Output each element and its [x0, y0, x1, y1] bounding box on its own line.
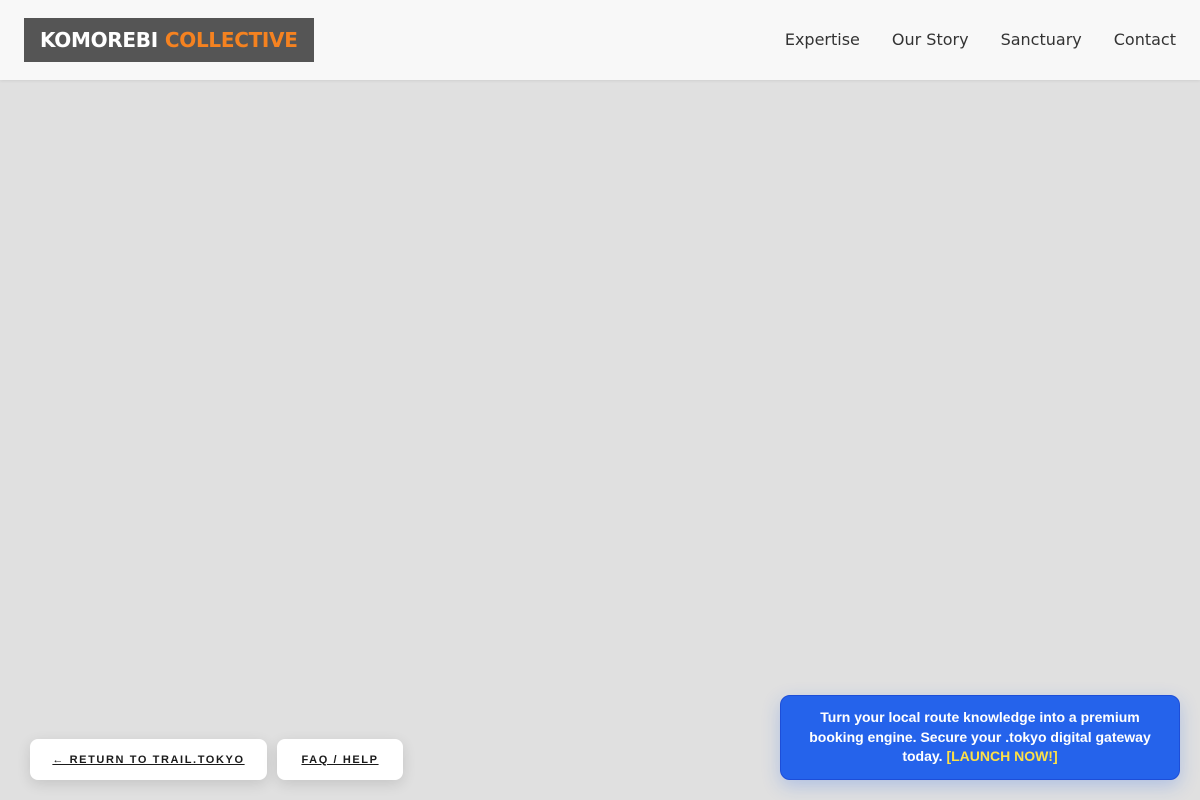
logo-primary-text: KOMOREBI: [40, 28, 158, 52]
main-nav: Expertise Our Story Sanctuary Contact: [753, 0, 1176, 78]
nav-link-sanctuary[interactable]: Sanctuary: [1001, 30, 1082, 49]
nav-link-contact[interactable]: Contact: [1114, 30, 1176, 49]
nav-link-our-story[interactable]: Our Story: [892, 30, 969, 49]
promo-message: Turn your local route knowledge into a p…: [803, 708, 1157, 767]
nav-link-expertise[interactable]: Expertise: [785, 30, 860, 49]
promo-cta-link[interactable]: [LAUNCH NOW!]: [946, 748, 1057, 764]
promo-banner[interactable]: Turn your local route knowledge into a p…: [780, 695, 1180, 780]
return-to-trail-button[interactable]: ← RETURN TO TRAIL.TOKYO: [30, 739, 267, 780]
faq-help-button[interactable]: FAQ / HELP: [277, 739, 403, 780]
site-header: KOMOREBI COLLECTIVE Expertise Our Story …: [0, 0, 1200, 80]
logo-accent-text: COLLECTIVE: [164, 28, 298, 52]
site-logo[interactable]: KOMOREBI COLLECTIVE: [24, 18, 314, 62]
